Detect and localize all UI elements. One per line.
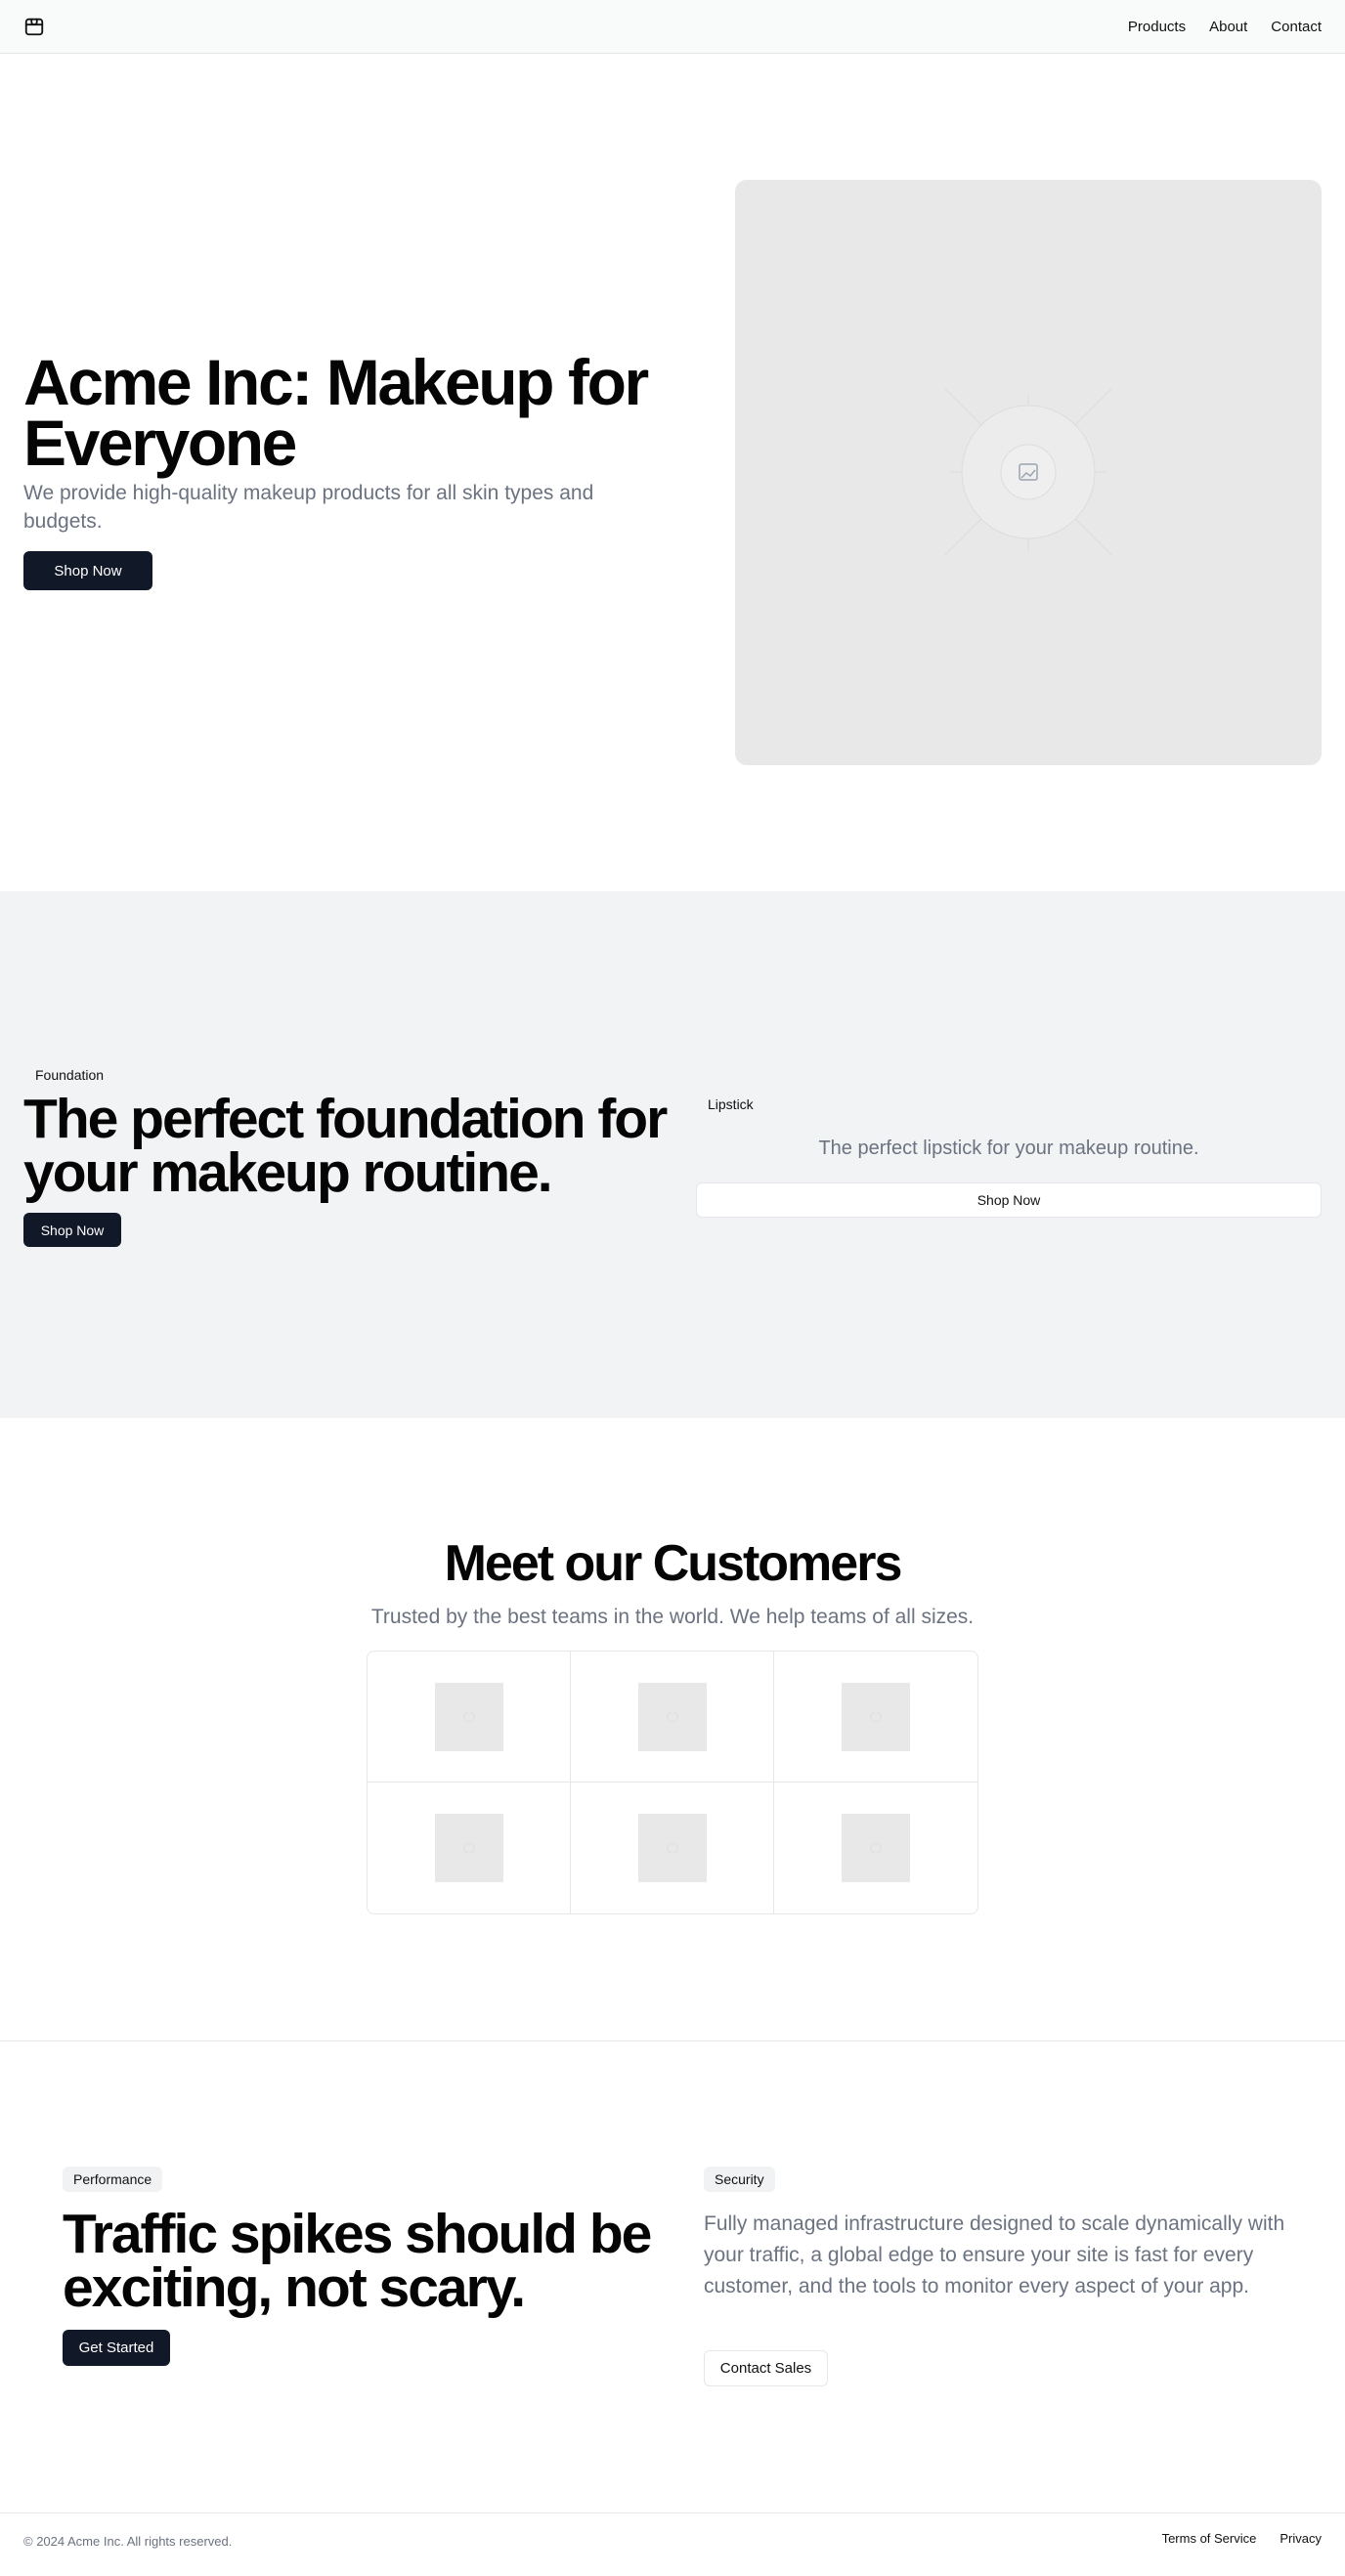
performance-title: Traffic spikes should be exciting, not s… (63, 2203, 652, 2319)
get-started-button[interactable]: Get Started (63, 2330, 170, 2366)
footer-link-privacy[interactable]: Privacy (1280, 2531, 1322, 2546)
customer-logo-cell (571, 1652, 774, 1782)
customer-logo-cell (368, 1782, 571, 1913)
customer-logo-cell (368, 1652, 571, 1782)
footer-divider (0, 2512, 1345, 2513)
image-placeholder-icon (944, 388, 1112, 556)
package-icon[interactable] (23, 16, 45, 37)
site-header: Products About Contact (0, 0, 1345, 54)
customer-logo-cell (571, 1782, 774, 1913)
footer-copyright: © 2024 Acme Inc. All rights reserved. (23, 2534, 233, 2549)
footer-link-terms[interactable]: Terms of Service (1162, 2531, 1257, 2546)
hero-title: Acme Inc: Makeup for Everyone (23, 346, 649, 479)
performance-tag: Performance (63, 2167, 163, 2192)
customer-logo-placeholder (434, 1682, 503, 1751)
image-placeholder-icon (667, 1711, 677, 1722)
section-divider (0, 2040, 1345, 2041)
hero-subtitle: We provide high-quality makeup products … (23, 482, 594, 533)
security-tag: Security (704, 2167, 775, 2192)
customers-title: Meet our Customers (444, 1535, 903, 1592)
image-placeholder-icon (870, 1842, 882, 1854)
customer-logo-cell (774, 1782, 977, 1913)
customer-logo-placeholder (842, 1814, 910, 1882)
image-placeholder-icon (667, 1842, 677, 1854)
contact-sales-button[interactable]: Contact Sales (704, 2350, 828, 2386)
footer-nav: Terms of Service Privacy (1162, 2531, 1322, 2546)
customer-logo-placeholder (434, 1814, 503, 1882)
foundation-shop-now-button[interactable]: Shop Now (23, 1213, 121, 1247)
image-placeholder-icon (870, 1711, 882, 1722)
security-description: Fully managed infrastructure designed to… (704, 2212, 1285, 2297)
hero-image-placeholder (735, 180, 1322, 765)
hero-shop-now-button[interactable]: Shop Now (23, 551, 152, 590)
customer-logo-grid (367, 1651, 978, 1914)
nav-link-contact[interactable]: Contact (1271, 19, 1322, 35)
customers-subtitle: Trusted by the best teams in the world. … (370, 1606, 975, 1628)
lipstick-shop-now-button[interactable]: Shop Now (696, 1182, 1322, 1218)
image-placeholder-icon (463, 1842, 474, 1854)
foundation-tag: Foundation (35, 1067, 105, 1083)
foundation-title: The perfect foundation for your makeup r… (23, 1088, 668, 1204)
nav-link-about[interactable]: About (1209, 19, 1247, 35)
lipstick-tag: Lipstick (708, 1096, 754, 1112)
image-placeholder-icon (463, 1711, 474, 1722)
customer-logo-placeholder (842, 1682, 910, 1751)
lipstick-description: The perfect lipstick for your makeup rou… (818, 1138, 1199, 1159)
customer-logo-placeholder (637, 1682, 707, 1751)
main-nav: Products About Contact (1128, 0, 1322, 54)
customer-logo-placeholder (637, 1814, 707, 1882)
nav-link-products[interactable]: Products (1128, 19, 1186, 35)
customer-logo-cell (774, 1652, 977, 1782)
